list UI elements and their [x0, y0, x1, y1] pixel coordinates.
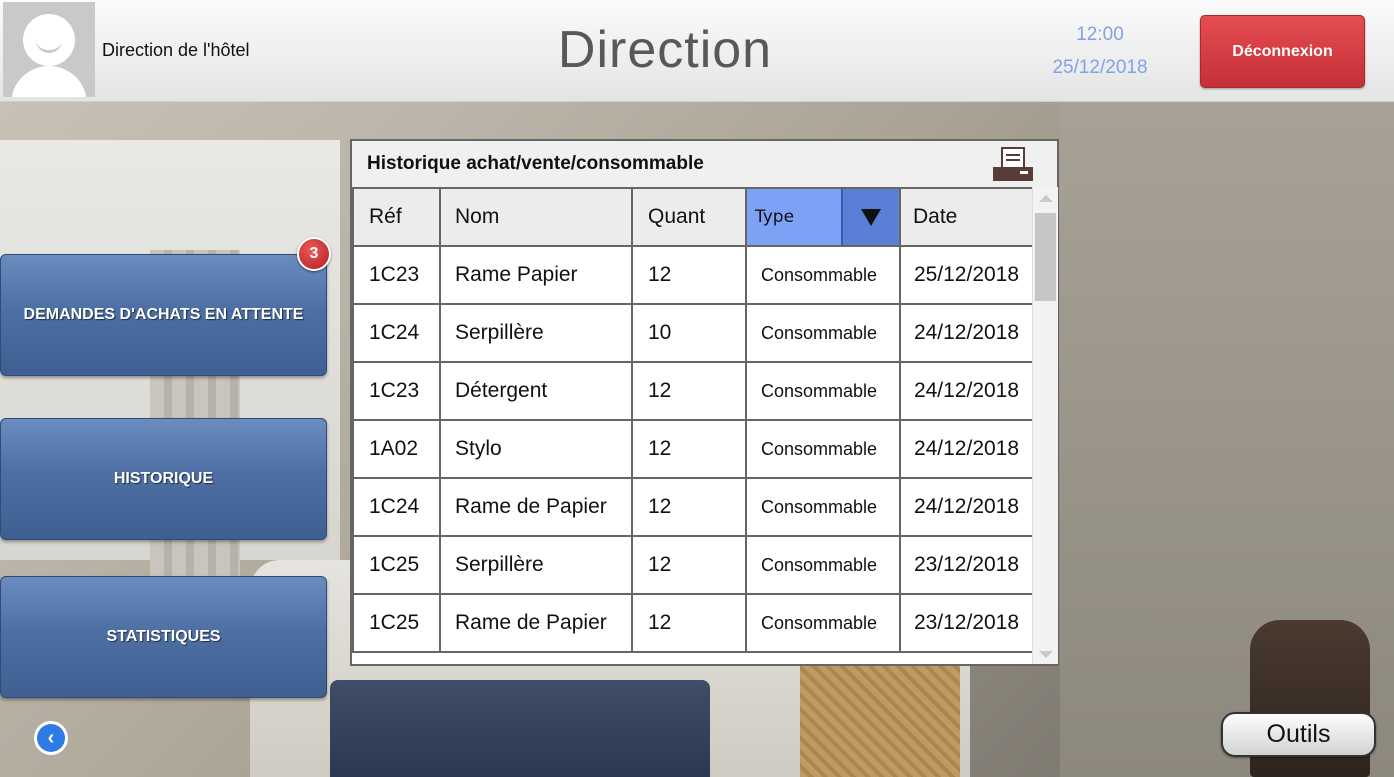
dropdown-triangle-icon	[861, 208, 881, 226]
cell-type: Consommable	[745, 361, 901, 421]
pending-purchases-button[interactable]: DEMANDES D'ACHATS EN ATTENTE	[0, 254, 327, 376]
cell-date: 23/12/2018	[899, 535, 1034, 595]
clock-date: 25/12/2018	[1052, 57, 1148, 78]
cell-quant: 10	[631, 303, 747, 363]
scroll-down-icon[interactable]	[1039, 651, 1053, 658]
statistics-label: STATISTIQUES	[106, 628, 221, 645]
cell-date: 24/12/2018	[899, 303, 1034, 363]
history-label: HISTORIQUE	[113, 470, 214, 487]
cell-ref: 1A02	[352, 419, 441, 479]
cell-ref: 1C24	[352, 477, 441, 537]
page-title: Direction	[557, 21, 773, 79]
cell-nom: Rame Papier	[439, 245, 633, 305]
cell-ref: 1C25	[352, 535, 441, 595]
cell-ref: 1C23	[352, 361, 441, 421]
cell-ref: 1C24	[352, 303, 441, 363]
cell-type: Consommable	[745, 593, 901, 653]
user-name: Direction de l'hôtel	[102, 40, 250, 60]
dropdown-button[interactable]	[841, 189, 899, 245]
back-button[interactable]: ‹	[34, 721, 68, 755]
scroll-up-icon[interactable]	[1039, 195, 1053, 202]
cell-nom: Détergent	[439, 361, 633, 421]
cell-date: 23/12/2018	[899, 593, 1034, 653]
table-row[interactable]: 1A02 Stylo 12 Consommable 24/12/2018	[352, 419, 1034, 479]
avatar	[3, 2, 95, 97]
clock-time: 12:00	[1076, 24, 1124, 45]
scroll-thumb[interactable]	[1035, 213, 1056, 301]
column-header-date[interactable]: Date	[899, 187, 1034, 247]
table-row[interactable]: 1C24 Serpillère 10 Consommable 24/12/2018	[352, 303, 1034, 363]
cell-quant: 12	[631, 535, 747, 595]
pending-purchases-label: DEMANDES D'ACHATS EN ATTENTE	[23, 306, 304, 323]
cell-nom: Serpillère	[439, 535, 633, 595]
cell-date: 24/12/2018	[899, 477, 1034, 537]
logout-button[interactable]: Déconnexion	[1200, 15, 1365, 88]
cell-ref: 1C23	[352, 245, 441, 305]
panel-title: Historique achat/vente/consommable	[367, 153, 704, 174]
background-nightstand	[800, 660, 960, 777]
tools-button[interactable]: Outils	[1221, 712, 1376, 757]
header-bar: Direction de l'hôtel Direction 12:00 25/…	[0, 0, 1394, 102]
cell-quant: 12	[631, 477, 747, 537]
cell-quant: 12	[631, 593, 747, 653]
cell-quant: 12	[631, 419, 747, 479]
table-row[interactable]: 1C25 Rame de Papier 12 Consommable 23/12/201…	[352, 593, 1034, 653]
cell-ref: 1C25	[352, 593, 441, 653]
cell-quant: 12	[631, 361, 747, 421]
table-row[interactable]: 1C24 Rame de Papier 12 Consommable 24/12/201…	[352, 477, 1034, 537]
column-header-type: Type	[755, 207, 795, 227]
cell-nom: Rame de Papier	[439, 593, 633, 653]
cell-nom: Stylo	[439, 419, 633, 479]
back-arrow-icon: ‹	[37, 724, 65, 752]
cell-type: Consommable	[745, 419, 901, 479]
cell-type: Consommable	[745, 477, 901, 537]
cell-type: Consommable	[745, 245, 901, 305]
history-panel: Historique achat/vente/consommable Réf N…	[350, 139, 1059, 666]
table-row[interactable]: 1C25 Serpillère 12 Consommable 23/12/2018	[352, 535, 1034, 595]
column-header-ref[interactable]: Réf	[352, 187, 441, 247]
history-button[interactable]: HISTORIQUE	[0, 418, 327, 540]
table-header-row: Réf Nom Quant Type Date	[352, 187, 1034, 247]
history-table: Réf Nom Quant Type Date 1C23 Rame Papier 1…	[352, 187, 1034, 653]
clock: 12:00 25/12/2018	[1050, 18, 1150, 84]
cell-nom: Serpillère	[439, 303, 633, 363]
type-filter-dropdown[interactable]: Type	[745, 187, 901, 247]
pending-count-badge: 3	[297, 237, 331, 271]
panel-header: Historique achat/vente/consommable	[352, 141, 1057, 189]
cell-date: 24/12/2018	[899, 419, 1034, 479]
cell-quant: 12	[631, 245, 747, 305]
column-header-nom[interactable]: Nom	[439, 187, 633, 247]
cell-date: 24/12/2018	[899, 361, 1034, 421]
cell-type: Consommable	[745, 303, 901, 363]
table-scrollbar[interactable]	[1032, 187, 1058, 664]
column-header-quant[interactable]: Quant	[631, 187, 747, 247]
statistics-button[interactable]: STATISTIQUES	[0, 576, 327, 698]
cell-date: 25/12/2018	[899, 245, 1034, 305]
cell-nom: Rame de Papier	[439, 477, 633, 537]
table-row[interactable]: 1C23 Détergent 12 Consommable 24/12/2018	[352, 361, 1034, 421]
background-blanket	[330, 680, 710, 777]
table-row[interactable]: 1C23 Rame Papier 12 Consommable 25/12/2018	[352, 245, 1034, 305]
cell-type: Consommable	[745, 535, 901, 595]
printer-icon[interactable]	[992, 147, 1034, 183]
